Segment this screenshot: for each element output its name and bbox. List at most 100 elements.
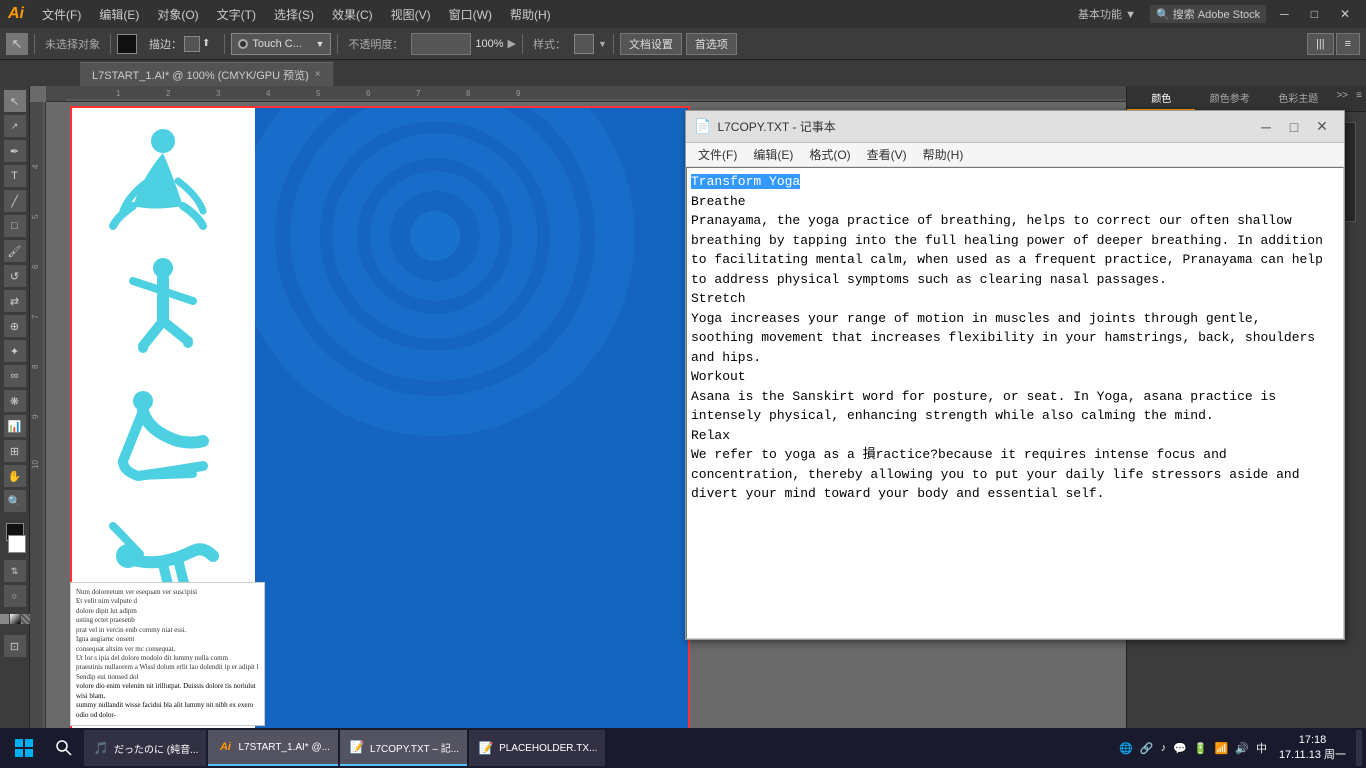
notepad-close-btn[interactable]: ✕ (1308, 113, 1336, 141)
panel-expand[interactable]: >> (1332, 86, 1352, 111)
opacity-value-display: 100% (475, 38, 503, 50)
stroke-arrow[interactable]: 描边： ⬆ (141, 33, 218, 55)
tool-mirror[interactable]: ⇄ (4, 290, 26, 312)
menu-view[interactable]: 视图(V) (383, 4, 439, 25)
taskbar-music-btn[interactable]: 🎵 だったのに (純音... (84, 730, 206, 766)
panel-tabs: 颜色 颜色参考 色彩主题 >> ≡ (1127, 86, 1366, 112)
tools-panel: ↖ ↗ ✒ T ╱ □ 🖌 ↺ ⇄ ⊕ ✦ ∞ ❋ 📊 ⊞ ✋ 🔍 ⇅ ○ (0, 86, 30, 738)
tool-blend[interactable]: ∞ (4, 365, 26, 387)
browser-icon[interactable]: 🌐 (1117, 742, 1135, 755)
notepad-menu-file[interactable]: 文件(F) (690, 144, 745, 165)
panel-menu[interactable]: ≡ (1352, 86, 1366, 111)
tool-eyedrop[interactable]: ✦ (4, 340, 26, 362)
wechat-icon[interactable]: 💬 (1171, 742, 1189, 755)
notepad-menu-edit[interactable]: 编辑(E) (745, 144, 801, 165)
wifi-icon[interactable]: 📶 (1213, 742, 1231, 755)
taskbar-notepad-btn[interactable]: 📝 L7COPY.TXT – 記... (340, 730, 467, 766)
tool-screen-mode[interactable]: ⊡ (4, 635, 26, 657)
svg-text:9: 9 (516, 89, 521, 98)
tab-color[interactable]: 颜色 (1127, 86, 1195, 111)
workspace-selector[interactable]: 基本功能 ▼ (1070, 4, 1144, 24)
svg-text:10: 10 (31, 460, 40, 469)
volume-icon[interactable]: 🔊 (1233, 742, 1251, 755)
tool-brush[interactable]: 🖌 (4, 240, 26, 262)
network-icon[interactable]: 🔗 (1138, 742, 1156, 755)
preferences-btn[interactable]: 首选项 (686, 33, 737, 55)
tool-width[interactable]: ⊕ (4, 315, 26, 337)
menu-object[interactable]: 对象(O) (149, 4, 206, 25)
menu-file[interactable]: 文件(F) (34, 4, 89, 25)
toolbar: ↖ 未选择对象 描边： ⬆ Touch C... ▼ 不透明度： 100% ▶ … (0, 28, 1366, 60)
more-btn[interactable]: ≡ (1336, 33, 1360, 55)
search-stock[interactable]: 🔍 搜索 Adobe Stock (1150, 5, 1266, 23)
document-tab[interactable]: L7START_1.AI* @ 100% (CMYK/GPU 预览) × (80, 62, 334, 86)
tool-column[interactable]: 📊 (4, 415, 26, 437)
show-desktop-btn[interactable] (1356, 730, 1362, 766)
ime-text-display[interactable]: 中 (1254, 740, 1269, 756)
notepad-restore-btn[interactable]: □ (1280, 113, 1308, 141)
opacity-chevron: ▶ (508, 37, 516, 50)
clock-date: 17.11.13 周一 (1279, 748, 1346, 763)
opacity-input[interactable] (411, 33, 471, 55)
notepad-menu-format[interactable]: 格式(O) (801, 144, 858, 165)
restore-btn[interactable]: □ (1303, 5, 1326, 23)
touch-brush-dropdown[interactable]: Touch C... ▼ (231, 33, 331, 55)
doc-settings-btn[interactable]: 文档设置 (620, 33, 682, 55)
taskbar-placeholder-btn[interactable]: 📝 PLACEHOLDER.TX... (469, 730, 605, 766)
stroke-box[interactable] (8, 535, 26, 553)
yoga-pose-3 (113, 386, 213, 486)
tool-symbol[interactable]: ❋ (4, 390, 26, 412)
battery-icon[interactable]: 🔋 (1192, 742, 1210, 755)
tool-select[interactable]: ↖ (4, 90, 26, 112)
menu-effect[interactable]: 效果(C) (324, 4, 381, 25)
svg-text:6: 6 (31, 264, 40, 269)
start-button[interactable] (4, 730, 44, 766)
svg-text:3: 3 (216, 89, 221, 98)
tool-rotate[interactable]: ↺ (4, 265, 26, 287)
svg-text:7: 7 (31, 314, 40, 319)
arrange-btn[interactable]: ||| (1307, 33, 1334, 55)
tab-color-guide[interactable]: 颜色参考 (1195, 86, 1263, 111)
tool-rect[interactable]: □ (4, 215, 26, 237)
tab-color-theme[interactable]: 色彩主题 (1264, 86, 1332, 111)
color-mode-pattern[interactable] (21, 614, 31, 624)
menu-window[interactable]: 窗口(W) (441, 4, 500, 25)
notepad-menu-help[interactable]: 帮助(H) (915, 144, 972, 165)
menu-select[interactable]: 选择(S) (266, 4, 322, 25)
music-icon: 🎵 (92, 739, 110, 757)
notepad-menu-view[interactable]: 查看(V) (859, 144, 915, 165)
sys-tray: 🌐 🔗 ♪ 💬 🔋 📶 🔊 中 (1117, 740, 1269, 756)
tool-zoom[interactable]: 🔍 (4, 490, 26, 512)
menu-bar: Ai 文件(F) 编辑(E) 对象(O) 文字(T) 选择(S) 效果(C) 视… (0, 0, 1366, 28)
svg-text:8: 8 (31, 364, 40, 369)
style-preview[interactable] (574, 34, 594, 54)
close-btn[interactable]: ✕ (1332, 5, 1358, 23)
taskbar-illustrator-btn[interactable]: Ai L7START_1.AI* @... (208, 730, 337, 766)
notepad-body: Transform Yoga Breathe Pranayama, the yo… (686, 167, 1344, 639)
music-tray-icon[interactable]: ♪ (1159, 742, 1169, 754)
tool-text[interactable]: T (4, 165, 26, 187)
svg-text:6: 6 (366, 89, 371, 98)
selection-tool[interactable]: ↖ (6, 33, 28, 55)
fill-color[interactable] (117, 34, 137, 54)
tool-direct[interactable]: ↗ (4, 115, 26, 137)
touch-icon (238, 39, 248, 49)
tool-pen[interactable]: ✒ (4, 140, 26, 162)
system-clock[interactable]: 17:18 17.11.13 周一 (1273, 733, 1352, 764)
tool-artboard[interactable]: ⊞ (4, 440, 26, 462)
search-button[interactable] (46, 730, 82, 766)
color-mode-color[interactable] (0, 614, 9, 624)
menu-text[interactable]: 文字(T) (209, 4, 264, 25)
notepad-minimize-btn[interactable]: ─ (1252, 113, 1280, 141)
tab-close-btn[interactable]: × (315, 69, 321, 80)
tool-hand[interactable]: ✋ (4, 465, 26, 487)
minimize-btn[interactable]: ─ (1272, 5, 1297, 23)
color-mode-gradient[interactable] (10, 614, 20, 624)
tool-none[interactable]: ○ (4, 585, 26, 607)
notepad-menubar: 文件(F) 编辑(E) 格式(O) 查看(V) 帮助(H) (686, 143, 1344, 167)
menu-help[interactable]: 帮助(H) (502, 4, 559, 25)
tool-swap[interactable]: ⇅ (4, 560, 26, 582)
tool-line[interactable]: ╱ (4, 190, 26, 212)
notepad-content-area[interactable]: Transform Yoga Breathe Pranayama, the yo… (686, 167, 1344, 639)
menu-edit[interactable]: 编辑(E) (91, 4, 147, 25)
